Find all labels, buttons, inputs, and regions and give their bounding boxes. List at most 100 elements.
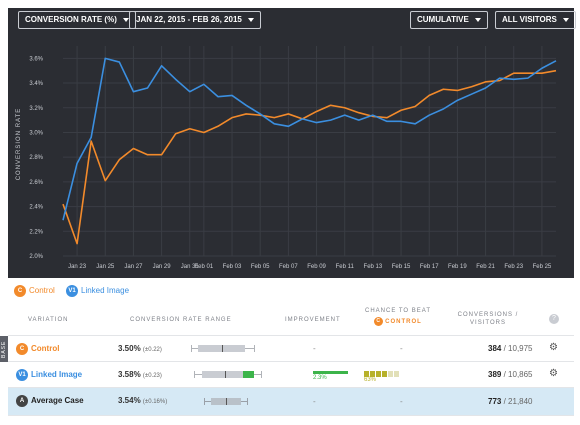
range-whisker-end: [261, 371, 262, 378]
x-tick-label: Feb 23: [504, 264, 523, 270]
x-tick-label: Feb 13: [364, 264, 383, 270]
range-median: [226, 398, 227, 405]
mode-dropdown[interactable]: CUMULATIVE: [410, 11, 488, 29]
header-chance: CHANCE TO BEAT C CONTROL: [358, 307, 438, 326]
row-variant-rate-value: 3.58%: [118, 370, 141, 379]
gear-icon[interactable]: ⚙: [549, 343, 559, 353]
table-row-control: C Control 3.50% (±0.22) - - 384 / 10,975 …: [8, 336, 574, 362]
row-variant-rate: 3.58% (±0.23): [118, 370, 162, 379]
x-tick-label: Feb 01: [195, 264, 214, 270]
x-tick-label: Jan 29: [153, 264, 172, 270]
row-control-chance: -: [400, 344, 403, 353]
chance-segment: [376, 371, 381, 377]
row-control-rate: 3.50% (±0.22): [118, 344, 162, 353]
row-average-rate-value: 3.54%: [118, 396, 141, 405]
y-tick-label: 2.2%: [29, 229, 43, 235]
metric-dropdown[interactable]: CONVERSION RATE (%): [18, 11, 136, 29]
header-range: CONVERSION RATE RANGE: [130, 317, 232, 323]
chance-bar: [364, 370, 400, 377]
chart-series: [62, 57, 557, 245]
row-control-label: Control: [31, 344, 60, 354]
row-control-visitors: / 10,975: [503, 344, 533, 353]
row-average-label: Average Case: [31, 396, 84, 406]
x-tick-label: Feb 05: [251, 264, 270, 270]
chance-segment: [388, 371, 393, 377]
chart-grid: [63, 46, 556, 257]
improvement-bar: [313, 371, 348, 374]
experiment-results-panel: CONVERSION RATE (%) JAN 22, 2015 - FEB 2…: [0, 0, 580, 425]
x-tick-label: Feb 07: [279, 264, 298, 270]
header-conversions-label: CONVERSIONS /: [457, 312, 519, 318]
range-box: [202, 371, 243, 378]
y-tick-label: 3.0%: [29, 130, 43, 136]
row-average-improvement: -: [313, 397, 316, 406]
x-tick-label: Jan 27: [124, 264, 143, 270]
variant-badge: V1: [66, 284, 78, 297]
control-badge: C: [16, 343, 28, 355]
base-tag: BASE: [0, 336, 8, 362]
header-conversions: CONVERSIONS / VISITORS: [448, 311, 528, 327]
row-average-interval: (±0.16%): [142, 399, 168, 405]
header-variation: VARIATION: [28, 317, 69, 323]
x-tick-label: Feb 03: [223, 264, 242, 270]
legend-control-label: Control: [29, 286, 55, 295]
y-tick-label: 3.4%: [29, 81, 43, 87]
row-variant-conversions-count: 389: [488, 370, 502, 379]
chart-panel: CONVERSION RATE (%) JAN 22, 2015 - FEB 2…: [8, 8, 576, 278]
y-tick-label: 3.6%: [29, 56, 43, 62]
x-tick-label: Feb 09: [307, 264, 326, 270]
x-axis: Jan 23 Jan 25 Jan 27 Jan 29 Jan 31Feb 01 Feb …: [68, 264, 552, 270]
y-tick-label: 2.0%: [29, 254, 43, 260]
row-average-visitors: / 21,840: [503, 397, 533, 406]
variant-badge: V1: [16, 369, 28, 381]
help-icon[interactable]: ?: [549, 314, 559, 324]
y-tick-label: 2.4%: [29, 205, 43, 211]
control-badge: C: [374, 317, 384, 326]
range-whisker-start: [204, 398, 205, 405]
y-tick-label: 2.6%: [29, 180, 43, 186]
row-variant-chance: 63%: [364, 377, 377, 383]
row-variant-visitors: / 10,865: [503, 370, 533, 379]
row-control-name[interactable]: C Control: [16, 343, 59, 355]
row-variant-interval: (±0.23): [142, 373, 162, 379]
range-whisker-start: [194, 371, 195, 378]
range-whisker-start: [191, 345, 192, 352]
chevron-down-icon: [474, 17, 481, 22]
segment-dropdown-label: ALL VISITORS: [502, 15, 557, 24]
segment-dropdown[interactable]: ALL VISITORS: [495, 11, 576, 29]
range-median: [222, 345, 223, 352]
row-average-name: A Average Case: [16, 395, 84, 407]
row-control-improvement: -: [313, 344, 316, 353]
legend-item-variant[interactable]: V1 Linked Image: [66, 284, 129, 298]
row-control-conversions: 384 / 10,975: [488, 344, 533, 353]
table-row-variant: V1 Linked Image 3.58% (±0.23) 2.3% 63% 38…: [8, 362, 574, 388]
date-range-dropdown[interactable]: JAN 22, 2015 - FEB 26, 2015: [129, 11, 261, 29]
legend-variant-label: Linked Image: [81, 286, 130, 295]
x-tick-label: Feb 19: [448, 264, 467, 270]
y-axis-label: CONVERSION RATE: [16, 108, 22, 181]
x-tick-label: Jan 23: [68, 264, 87, 270]
date-range-label: JAN 22, 2015 - FEB 26, 2015: [136, 15, 242, 24]
header-chance-target: C CONTROL: [358, 317, 438, 326]
legend-item-control[interactable]: C Control: [14, 284, 55, 298]
range-whisker-end: [247, 398, 248, 405]
gear-icon[interactable]: ⚙: [549, 369, 559, 379]
row-control-conversions-count: 384: [488, 344, 502, 353]
chance-segment: [394, 371, 399, 377]
row-average-conversions: 773 / 21,840: [488, 397, 533, 406]
header-chance-target-label: CONTROL: [385, 319, 422, 326]
row-variant-improvement: 2.3%: [313, 375, 327, 381]
chevron-down-icon: [247, 17, 254, 22]
row-average-conversions-count: 773: [488, 397, 502, 406]
x-tick-label: Feb 11: [336, 264, 355, 270]
header-visitors-label: VISITORS: [470, 320, 506, 326]
metric-dropdown-label: CONVERSION RATE (%): [25, 15, 117, 24]
y-tick-label: 3.2%: [29, 106, 43, 112]
x-tick-label: Feb 25: [533, 264, 552, 270]
row-variant-name[interactable]: V1 Linked Image: [16, 369, 82, 381]
x-tick-label: Feb 21: [476, 264, 495, 270]
range-whisker-end: [254, 345, 255, 352]
x-tick-label: Jan 25: [96, 264, 115, 270]
mode-dropdown-label: CUMULATIVE: [417, 15, 469, 24]
results-table: VARIATION CONVERSION RATE RANGE IMPROVEM…: [8, 302, 574, 420]
